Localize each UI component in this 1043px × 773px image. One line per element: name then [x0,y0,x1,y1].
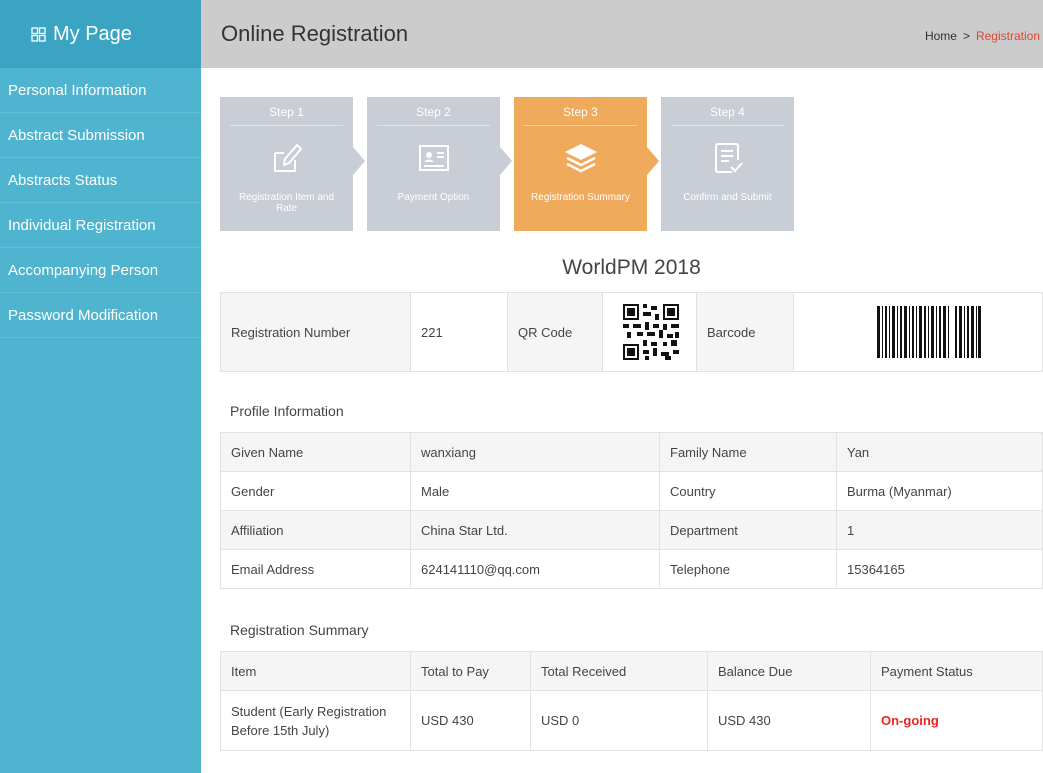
table-row: Email Address 624141110@qq.com Telephone… [220,549,1043,589]
column-header-balance-due: Balance Due [707,651,871,691]
summary-balance-due: USD 430 [707,690,871,751]
table-row: Affiliation China Star Ltd. Department 1 [220,510,1043,550]
table-row: Student (Early Registration Before 15th … [220,690,1043,751]
column-header-total-received: Total Received [530,651,708,691]
registration-summary-table: Item Total to Pay Total Received Balance… [220,651,1043,751]
profile-value: wanxiang [410,432,660,472]
grid-icon [31,26,46,42]
step-label: Registration Item and Rate [238,192,335,214]
sidebar-item-label: Individual Registration [8,216,156,234]
barcode-image [877,306,981,358]
sidebar-item-individual-registration[interactable]: Individual Registration [0,203,201,248]
profile-value: Burma (Myanmar) [836,471,1043,511]
id-card-icon [418,145,449,171]
sidebar-item-abstracts-status[interactable]: Abstracts Status [0,158,201,203]
profile-label: Department [659,510,837,550]
top-bar: Online Registration Home > Registration [201,0,1043,68]
page-title: Online Registration [221,21,409,46]
profile-label: Country [659,471,837,511]
summary-section-title: Registration Summary [230,622,369,638]
step-number: Step 3 [524,97,637,126]
breadcrumb-home[interactable]: Home [925,29,957,43]
sidebar-item-label: Abstract Submission [8,126,145,144]
step-arrow [647,147,659,175]
step-2[interactable]: Step 2 Payment Option [367,97,500,231]
sidebar-item-label: Accompanying Person [8,261,159,279]
step-1[interactable]: Step 1 Registration Item and Rate [220,97,353,231]
step-number: Step 4 [671,97,784,126]
sidebar-item-accompanying-person[interactable]: Accompanying Person [0,248,201,293]
table-header-row: Item Total to Pay Total Received Balance… [220,651,1043,691]
payment-status-badge: On-going [870,690,1043,751]
profile-value: Yan [836,432,1043,472]
step-4[interactable]: Step 4 Confirm and Submit [661,97,794,231]
qr-code-cell [602,292,697,372]
summary-total-to-pay: USD 430 [410,690,531,751]
step-3[interactable]: Step 3 Registration Summary [514,97,647,231]
profile-label: Affiliation [220,510,411,550]
breadcrumb: Home > Registration [925,29,1040,43]
registration-info-table: Registration Number 221 QR Code Barcode [220,292,1043,372]
layers-icon [564,144,597,173]
sidebar: My Page Personal Information Abstract Su… [0,0,201,773]
table-row: Gender Male Country Burma (Myanmar) [220,471,1043,511]
sidebar-item-personal-information[interactable]: Personal Information [0,68,201,113]
column-header-total-to-pay: Total to Pay [410,651,531,691]
qr-code-image [623,304,679,360]
sidebar-item-abstract-submission[interactable]: Abstract Submission [0,113,201,158]
sidebar-item-label: Abstracts Status [8,171,118,189]
table-row: Given Name wanxiang Family Name Yan [220,432,1043,472]
sidebar-header[interactable]: My Page [0,0,201,68]
step-label: Payment Option [397,192,470,203]
breadcrumb-current: Registration [975,29,1040,43]
profile-label: Email Address [220,549,411,589]
profile-label: Family Name [659,432,837,472]
step-number: Step 2 [377,97,490,126]
sidebar-item-label: Password Modification [8,306,159,324]
sidebar-item-password-modification[interactable]: Password Modification [0,293,201,338]
profile-value: 624141110@qq.com [410,549,660,589]
qr-code-label: QR Code [507,292,603,372]
edit-icon [273,144,302,172]
registration-number-label: Registration Number [220,292,411,372]
profile-label: Gender [220,471,411,511]
profile-value: China Star Ltd. [410,510,660,550]
sidebar-item-label: Personal Information [8,81,147,99]
profile-value: 15364165 [836,549,1043,589]
profile-value: Male [410,471,660,511]
barcode-cell [793,292,1043,372]
step-label: Confirm and Submit [683,192,772,203]
profile-label: Given Name [220,432,411,472]
summary-item: Student (Early Registration Before 15th … [220,690,411,751]
barcode-label: Barcode [696,292,794,372]
sidebar-title: My Page [53,22,132,45]
step-number: Step 1 [230,97,343,126]
profile-label: Telephone [659,549,837,589]
breadcrumb-separator: > [962,29,970,43]
step-arrow [500,147,512,175]
column-header-item: Item [220,651,411,691]
step-arrow [353,147,365,175]
summary-total-received: USD 0 [530,690,708,751]
step-label: Registration Summary [531,192,630,203]
profile-table: Given Name wanxiang Family Name Yan Gend… [220,432,1043,589]
profile-section-title: Profile Information [230,403,344,419]
column-header-payment-status: Payment Status [870,651,1043,691]
profile-value: 1 [836,510,1043,550]
registration-number-value: 221 [410,292,508,372]
document-check-icon [714,143,743,173]
table-row: Registration Number 221 QR Code Barcode [220,292,1043,372]
event-title: WorldPM 2018 [562,256,701,279]
